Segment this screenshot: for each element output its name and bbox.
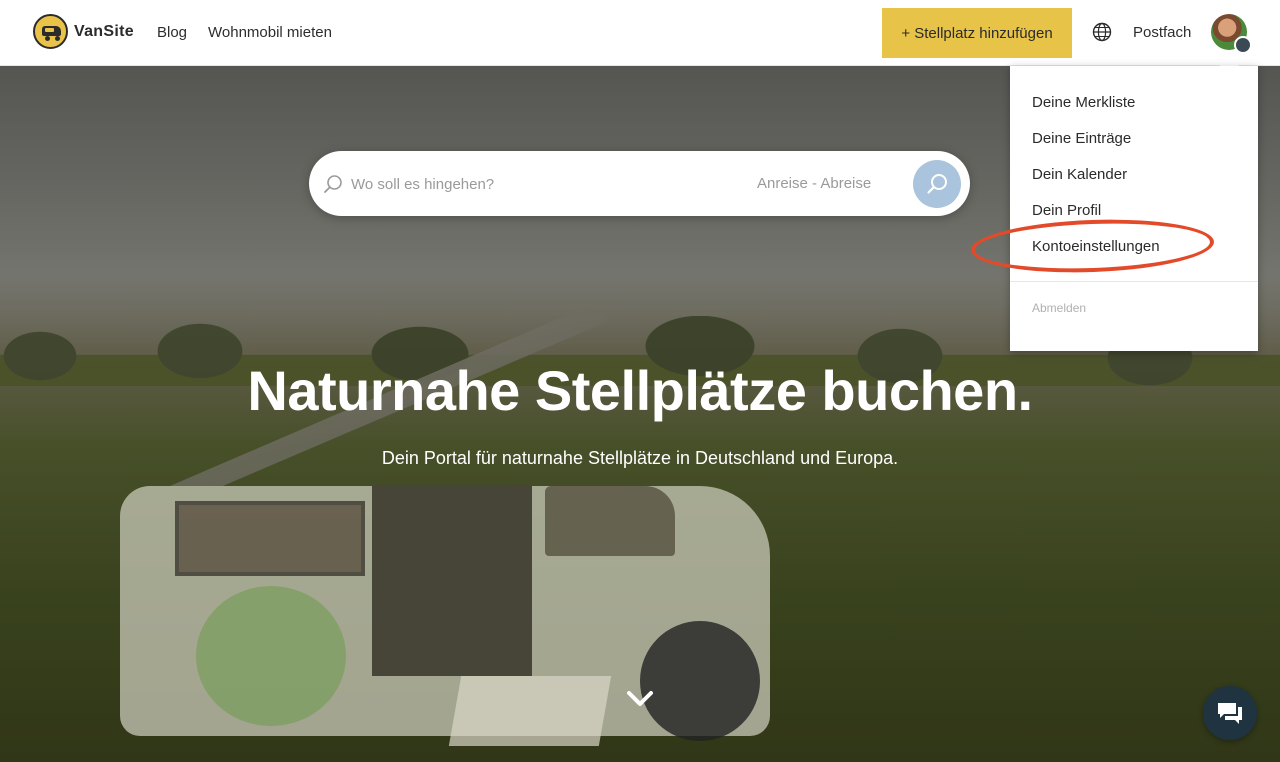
menu-item-profil[interactable]: Dein Profil xyxy=(1032,202,1101,219)
search-button-icon xyxy=(927,174,947,194)
hero-subtitle: Dein Portal für naturnahe Stellplätze in… xyxy=(381,448,899,468)
globe-icon[interactable] xyxy=(1092,22,1112,42)
hero-van-front-window xyxy=(545,486,675,556)
date-range-field[interactable]: Anreise - Abreise xyxy=(757,175,871,192)
search-icon xyxy=(324,175,342,193)
compass-badge-icon xyxy=(1234,36,1252,54)
hero-van-wheel xyxy=(640,621,760,741)
scroll-down-chevron-icon[interactable] xyxy=(626,690,654,708)
nav-link-postfach[interactable]: Postfach xyxy=(1133,24,1191,41)
hero-van-door xyxy=(372,486,532,676)
hero-title: Naturnahe Stellplätze buchen. xyxy=(247,359,1033,422)
menu-item-kalender[interactable]: Dein Kalender xyxy=(1032,166,1127,183)
van-logo-icon xyxy=(33,14,68,49)
vansite-logo[interactable]: VanSite xyxy=(33,14,134,49)
menu-item-merkliste[interactable]: Deine Merkliste xyxy=(1032,94,1135,111)
logout-link[interactable]: Abmelden xyxy=(1032,301,1086,315)
brand-name: VanSite xyxy=(74,22,134,40)
add-stellplatz-button[interactable]: + Stellplatz hinzufügen xyxy=(882,8,1072,58)
hero-van-window xyxy=(175,501,365,576)
top-navigation-bar: VanSite Blog Wohnmobil mieten + Stellpla… xyxy=(0,0,1280,66)
hero-camping-table xyxy=(448,676,612,746)
menu-item-eintraege[interactable]: Deine Einträge xyxy=(1032,130,1131,147)
chat-bubble-icon xyxy=(1218,703,1242,724)
menu-divider xyxy=(1010,281,1258,282)
destination-search-input[interactable] xyxy=(351,172,731,196)
search-submit-button[interactable] xyxy=(913,160,961,208)
nav-link-blog[interactable]: Blog xyxy=(157,24,187,41)
hero-van-logo xyxy=(196,586,346,726)
chat-button[interactable] xyxy=(1203,686,1257,740)
nav-link-wohnmobil-mieten[interactable]: Wohnmobil mieten xyxy=(208,24,332,41)
